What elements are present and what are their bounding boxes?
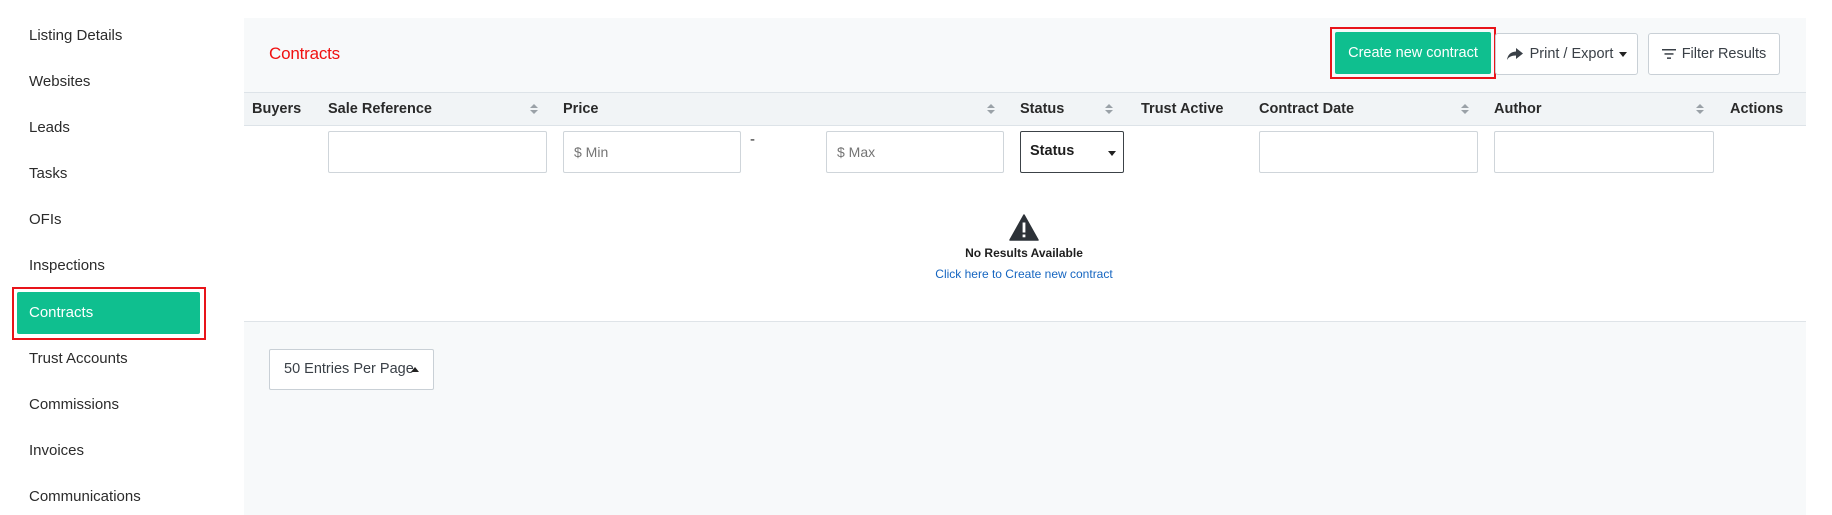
page-title: Contracts	[269, 44, 340, 63]
sidebar-item-websites[interactable]: Websites	[29, 71, 90, 93]
share-arrow-icon	[1506, 48, 1523, 60]
price-range-separator: -	[750, 131, 755, 148]
sort-icon[interactable]	[1105, 104, 1113, 116]
author-filter-input[interactable]	[1494, 131, 1714, 173]
sidebar-item-trust-accounts[interactable]: Trust Accounts	[29, 348, 128, 370]
no-results-message: No Results Available	[965, 246, 1083, 260]
sidebar: Listing Details Websites Leads Tasks OFI…	[0, 0, 232, 515]
print-export-label: Print / Export	[1529, 46, 1614, 62]
column-header-contract-date[interactable]: Contract Date	[1259, 93, 1354, 125]
sidebar-item-invoices[interactable]: Invoices	[29, 440, 84, 462]
caret-down-icon	[1108, 151, 1116, 156]
sort-icon[interactable]	[987, 104, 995, 116]
filter-results-label: Filter Results	[1681, 46, 1767, 62]
highlight-box-create	[1330, 27, 1496, 79]
column-header-status[interactable]: Status	[1020, 93, 1064, 125]
sidebar-item-listing-details[interactable]: Listing Details	[29, 25, 122, 47]
sort-icon[interactable]	[1461, 104, 1469, 116]
sale-reference-filter-input[interactable]	[328, 131, 547, 173]
caret-up-icon	[411, 367, 419, 372]
column-header-buyers: Buyers	[252, 101, 302, 117]
sidebar-item-ofis[interactable]: OFIs	[29, 209, 62, 231]
sidebar-item-inspections[interactable]: Inspections	[29, 255, 105, 277]
table-header: Buyers Sale Reference Price Status Trust…	[244, 92, 1806, 126]
column-header-sale-reference[interactable]: Sale Reference	[328, 93, 432, 125]
entries-per-page-label: 50 Entries Per Page	[284, 361, 414, 377]
caret-down-icon	[1619, 51, 1628, 57]
sidebar-item-communications[interactable]: Communications	[29, 486, 141, 508]
column-header-actions: Actions	[1730, 101, 1784, 117]
filter-results-button[interactable]: Filter Results	[1648, 33, 1780, 75]
warning-triangle-icon	[1009, 214, 1039, 241]
status-filter-select[interactable]: Status	[1020, 131, 1124, 173]
print-export-button[interactable]: Print / Export	[1495, 33, 1638, 75]
filter-lines-icon	[1661, 49, 1676, 59]
app-root: Listing Details Websites Leads Tasks OFI…	[0, 0, 1832, 515]
status-select-value: Status	[1030, 143, 1075, 159]
create-contract-link[interactable]: Click here to Create new contract	[904, 266, 1144, 282]
sidebar-item-commissions[interactable]: Commissions	[29, 394, 119, 416]
sidebar-item-leads[interactable]: Leads	[29, 117, 70, 139]
price-max-input[interactable]	[826, 131, 1004, 173]
sort-icon[interactable]	[1696, 104, 1704, 116]
entries-per-page-dropdown[interactable]: 50 Entries Per Page	[269, 349, 434, 390]
sidebar-item-tasks[interactable]: Tasks	[29, 163, 67, 185]
highlight-box-sidebar	[12, 287, 206, 340]
contract-date-filter-input[interactable]	[1259, 131, 1478, 173]
sort-icon[interactable]	[530, 104, 538, 116]
column-header-trust-active: Trust Active	[1141, 101, 1224, 117]
column-header-author[interactable]: Author	[1494, 93, 1542, 125]
price-min-input[interactable]	[563, 131, 741, 173]
column-header-price[interactable]: Price	[563, 93, 598, 125]
